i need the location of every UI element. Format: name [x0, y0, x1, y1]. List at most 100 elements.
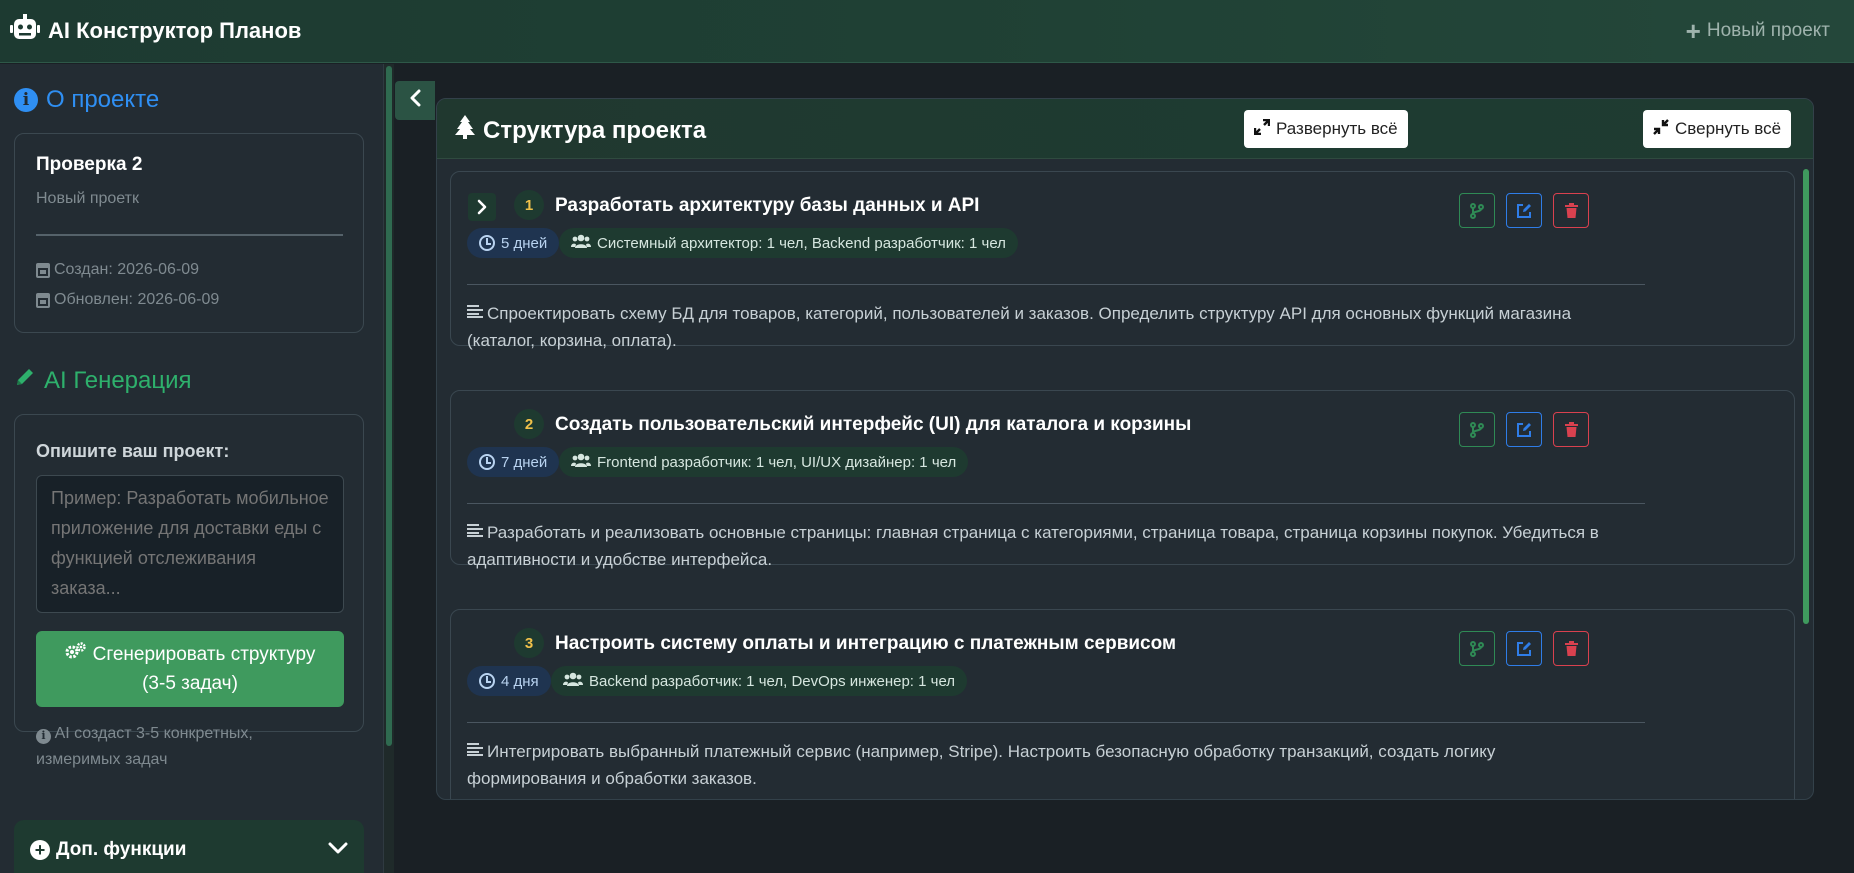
- new-project-button[interactable]: + Новый проект: [1686, 18, 1830, 44]
- task-title: Создать пользовательский интерфейс (UI) …: [555, 414, 1192, 435]
- generate-line2: (3-5 задач): [142, 673, 238, 694]
- duration-badge: 4 дня: [467, 666, 551, 696]
- project-name: Проверка 2: [36, 154, 143, 175]
- team-text: Системный архитектор: 1 чел, Backend раз…: [597, 234, 1006, 252]
- task-number-badge: 1: [514, 190, 544, 220]
- task-description-text: Интегрировать выбранный платежный сервис…: [467, 742, 1496, 788]
- plus-circle-icon: +: [30, 840, 50, 860]
- about-title-text: О проекте: [46, 86, 160, 113]
- edit-icon: [1516, 204, 1531, 218]
- team-text: Frontend разработчик: 1 чел, UI/UX дизай…: [597, 453, 957, 471]
- extra-functions-label: Доп. функции: [56, 839, 187, 860]
- task-card: 2 Создать пользовательский интерфейс (UI…: [450, 390, 1795, 569]
- trash-icon: [1564, 203, 1578, 218]
- created-text: Создан: 2026-06-09: [54, 261, 200, 278]
- divider: [467, 503, 1645, 504]
- about-section-title: i О проекте: [14, 86, 159, 114]
- edit-task-button[interactable]: [1506, 412, 1542, 447]
- clock-icon: [479, 454, 495, 470]
- users-icon: [563, 672, 583, 690]
- delete-task-button[interactable]: [1553, 412, 1589, 447]
- project-description: Новый проетк: [36, 190, 139, 207]
- expand-all-label: Развернуть всё: [1276, 119, 1398, 138]
- divider: [36, 234, 343, 236]
- users-icon: [571, 234, 591, 252]
- ai-generation-card: Опишите ваш проект: Сгенерировать структ…: [14, 414, 364, 768]
- sidebar-scrollbar[interactable]: [384, 64, 394, 873]
- delete-task-button[interactable]: [1553, 193, 1589, 228]
- task-card: 1 Разработать архитектуру базы данных и …: [450, 171, 1795, 350]
- align-left-icon: [467, 524, 483, 537]
- app-brand[interactable]: AI Конструктор Планов: [10, 14, 301, 48]
- expand-task-button[interactable]: [468, 193, 496, 221]
- chevron-right-icon: [477, 199, 487, 215]
- expand-all-button[interactable]: Развернуть всё: [1244, 110, 1408, 148]
- panel-title: Структура проекта: [455, 115, 706, 146]
- panel-header: Структура проекта Развернуть всё Свернут…: [437, 99, 1813, 159]
- trash-icon: [1564, 422, 1578, 437]
- generate-structure-button[interactable]: Сгенерировать структуру (3-5 задач): [36, 631, 344, 707]
- project-info-card: Проверка 2 Новый проетк Создан: 2026-06-…: [14, 133, 364, 333]
- delete-task-button[interactable]: [1553, 631, 1589, 666]
- panel-scrollbar[interactable]: [1801, 159, 1811, 799]
- ai-section-title: AI Генерация: [14, 366, 192, 395]
- ai-title-text: AI Генерация: [44, 366, 192, 394]
- collapse-all-label: Свернуть всё: [1675, 119, 1782, 138]
- generate-line1: Сгенерировать структуру: [92, 644, 316, 665]
- extra-functions-toggle[interactable]: + Доп. функции: [14, 820, 364, 873]
- updated-date: Обновлен: 2026-06-09: [36, 291, 219, 309]
- compress-icon: [1653, 118, 1669, 140]
- plus-icon: +: [1685, 16, 1701, 46]
- project-description-input[interactable]: [36, 475, 344, 613]
- duration-text: 4 дня: [501, 672, 539, 690]
- describe-label: Опишите ваш проект:: [36, 441, 230, 461]
- edit-task-button[interactable]: [1506, 631, 1542, 666]
- pencil-icon: [14, 366, 36, 395]
- info-small-icon: i: [36, 728, 51, 744]
- duration-badge: 7 дней: [467, 447, 560, 477]
- gears-icon: [65, 640, 87, 669]
- code-branch-icon: [1470, 640, 1484, 657]
- clock-icon: [479, 235, 495, 251]
- task-title: Настроить систему оплаты и интеграцию с …: [555, 633, 1177, 654]
- edit-icon: [1516, 642, 1531, 656]
- collapse-all-button[interactable]: Свернуть всё: [1643, 110, 1792, 148]
- chevron-left-icon: [409, 89, 421, 112]
- expand-icon: [1253, 118, 1271, 140]
- panel-title-text: Структура проекта: [483, 116, 707, 144]
- ai-hint-text: AI создаст 3-5 конкретных, измеримых зад…: [36, 725, 253, 768]
- duration-text: 7 дней: [501, 453, 548, 471]
- app-title: AI Конструктор Планов: [48, 18, 302, 43]
- users-icon: [571, 453, 591, 471]
- code-branch-icon: [1470, 421, 1484, 438]
- sidebar: i О проекте Проверка 2 Новый проетк Созд…: [0, 64, 384, 873]
- task-number-badge: 3: [514, 628, 544, 658]
- updated-text: Обновлен: 2026-06-09: [54, 291, 220, 308]
- duration-badge: 5 дней: [467, 228, 560, 258]
- divider: [467, 284, 1645, 285]
- align-left-icon: [467, 743, 483, 756]
- edit-task-button[interactable]: [1506, 193, 1542, 228]
- task-title: Разработать архитектуру базы данных и AP…: [555, 195, 980, 216]
- created-date: Создан: 2026-06-09: [36, 261, 199, 279]
- add-subtask-button[interactable]: [1459, 193, 1495, 228]
- top-navbar: AI Конструктор Планов + Новый проект: [0, 0, 1854, 63]
- task-number-badge: 2: [514, 409, 544, 439]
- clock-icon: [479, 673, 495, 689]
- task-description-text: Спроектировать схему БД для товаров, кат…: [467, 304, 1572, 350]
- tree-icon: [455, 115, 475, 146]
- team-badge: Системный архитектор: 1 чел, Backend раз…: [559, 228, 1018, 258]
- trash-icon: [1564, 641, 1578, 656]
- team-badge: Frontend разработчик: 1 чел, UI/UX дизай…: [559, 447, 969, 477]
- chevron-down-icon: [328, 841, 348, 859]
- task-description: Интегрировать выбранный платежный сервис…: [467, 738, 1607, 792]
- add-subtask-button[interactable]: [1459, 631, 1495, 666]
- calendar-plus-icon: [36, 262, 50, 278]
- add-subtask-button[interactable]: [1459, 412, 1495, 447]
- team-badge: Backend разработчик: 1 чел, DevOps инжен…: [551, 666, 968, 696]
- duration-text: 5 дней: [501, 234, 548, 252]
- align-left-icon: [467, 305, 483, 318]
- divider: [467, 722, 1645, 723]
- team-text: Backend разработчик: 1 чел, DevOps инжен…: [589, 672, 956, 690]
- collapse-sidebar-button[interactable]: [395, 81, 435, 120]
